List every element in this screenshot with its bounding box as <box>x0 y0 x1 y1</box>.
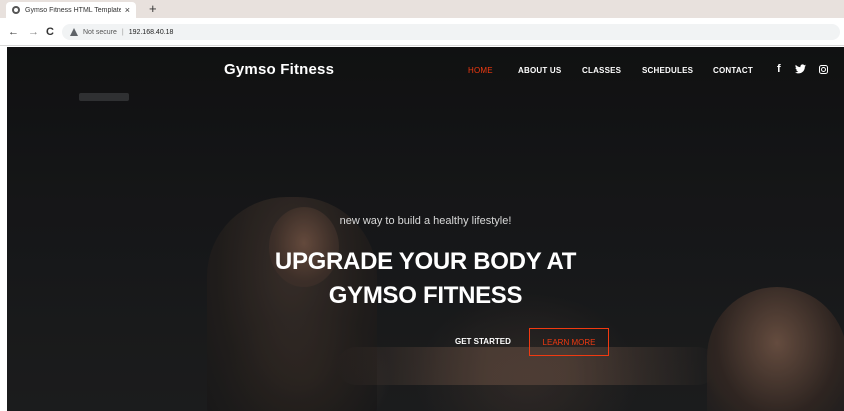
hero-headline-line1: UPGRADE YOUR BODY AT <box>274 248 577 275</box>
globe-icon <box>12 6 20 14</box>
facebook-icon[interactable]: f <box>777 63 781 75</box>
instagram-icon[interactable] <box>819 65 828 74</box>
hero-tagline: new way to build a healthy lifestyle! <box>339 215 512 227</box>
nav-contact[interactable]: CONTACT <box>713 66 753 75</box>
get-started-button[interactable]: GET STARTED <box>455 337 511 346</box>
url-text[interactable]: 192.168.40.18 <box>129 29 174 36</box>
new-tab-button[interactable]: + <box>149 1 157 17</box>
close-tab-icon[interactable]: × <box>125 5 130 15</box>
hero-headline: UPGRADE YOUR BODY AT GYMSO FITNESS <box>7 245 844 313</box>
address-bar: ← → C Not secure | 192.168.40.18 <box>0 18 844 46</box>
url-field[interactable]: Not secure | 192.168.40.18 <box>62 24 840 40</box>
site-logo[interactable]: Gymso Fitness <box>224 61 334 78</box>
back-button[interactable]: ← <box>8 25 19 39</box>
nav-schedules[interactable]: SCHEDULES <box>642 66 693 75</box>
url-separator: | <box>121 28 124 36</box>
nav-home[interactable]: HOME <box>468 66 493 75</box>
tab-strip: Gymso Fitness HTML Template × + <box>0 0 844 18</box>
reload-button[interactable]: C <box>46 25 54 39</box>
security-label[interactable]: Not secure <box>83 29 117 36</box>
hero-headline-line2: GYMSO FITNESS <box>328 282 523 309</box>
browser-window: Gymso Fitness HTML Template × + ← → C No… <box>0 0 844 411</box>
tab-title: Gymso Fitness HTML Template <box>25 6 121 14</box>
browser-tab[interactable]: Gymso Fitness HTML Template × <box>6 2 136 18</box>
learn-more-button[interactable]: LEARN MORE <box>529 328 609 356</box>
nav-about[interactable]: ABOUT US <box>518 66 561 75</box>
forward-button[interactable]: → <box>28 25 39 39</box>
twitter-icon[interactable] <box>795 64 806 77</box>
hero-overlay <box>7 47 844 411</box>
nav-classes[interactable]: CLASSES <box>582 66 621 75</box>
hero-section: Gymso Fitness HOME ABOUT US CLASSES SCHE… <box>7 47 844 411</box>
warning-icon <box>70 28 79 36</box>
